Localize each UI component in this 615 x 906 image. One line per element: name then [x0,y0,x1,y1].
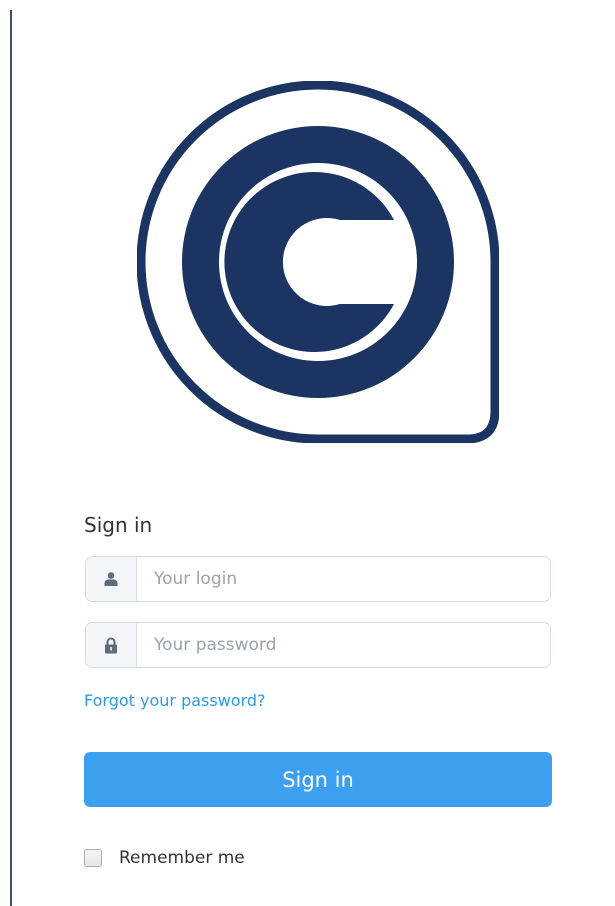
password-input[interactable] [137,623,550,667]
signin-heading: Sign in [84,513,153,537]
brand-logo-icon [137,81,499,443]
user-icon [104,572,118,586]
password-addon [86,623,137,667]
login-page: Sign in Forgot your password? Sign in Re… [0,0,615,906]
remember-label: Remember me [119,848,245,868]
forgot-password-link[interactable]: Forgot your password? [84,691,266,710]
lock-icon [105,637,117,653]
remember-me[interactable]: Remember me [84,848,245,868]
login-input[interactable] [137,557,550,601]
left-border-divider [10,10,12,906]
login-addon [86,557,137,601]
signin-button[interactable]: Sign in [84,752,552,807]
password-input-group [85,622,551,668]
login-input-group [85,556,551,602]
remember-checkbox[interactable] [84,849,102,867]
